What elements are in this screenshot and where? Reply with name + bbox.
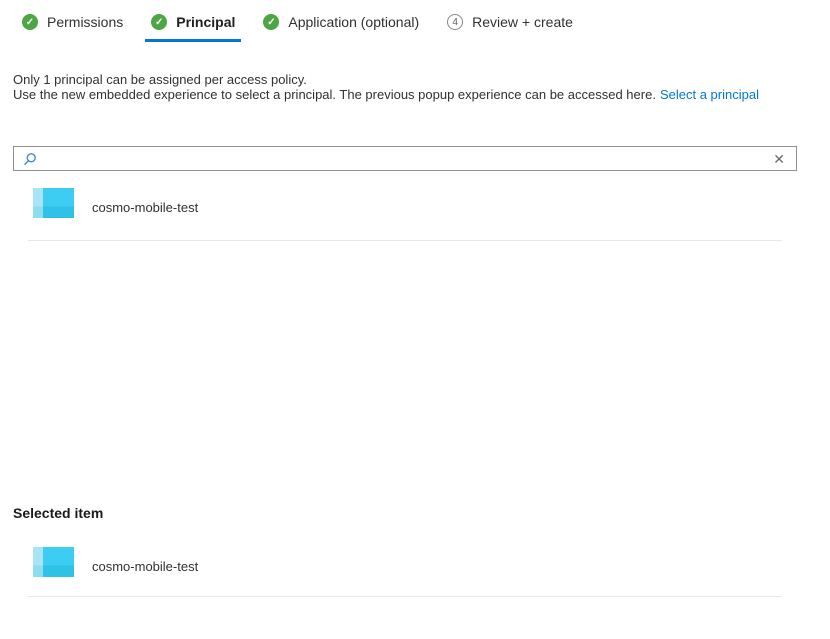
tab-permissions[interactable]: ✓ Permissions <box>16 11 129 42</box>
tab-review-create[interactable]: 4 Review + create <box>441 11 579 42</box>
wizard-tab-strip: ✓ Permissions ✓ Principal ✓ Application … <box>16 11 579 42</box>
result-name: cosmo-mobile-test <box>92 200 198 215</box>
search-icon <box>23 152 37 166</box>
check-icon: ✓ <box>263 14 279 30</box>
enterprise-application-icon <box>33 188 74 227</box>
check-icon: ✓ <box>22 14 38 30</box>
info-line-1: Only 1 principal can be assigned per acc… <box>13 72 810 87</box>
results-divider <box>28 240 782 241</box>
tab-principal[interactable]: ✓ Principal <box>145 11 241 42</box>
selected-divider <box>28 596 782 597</box>
step-number-icon: 4 <box>447 14 463 30</box>
info-line-2-text: Use the new embedded experience to selec… <box>13 87 656 102</box>
tab-label: Principal <box>176 14 235 30</box>
tab-application-optional[interactable]: ✓ Application (optional) <box>257 11 425 42</box>
search-input[interactable] <box>44 151 764 166</box>
selected-name: cosmo-mobile-test <box>92 559 198 574</box>
select-a-principal-link[interactable]: Select a principal <box>660 87 759 102</box>
tab-label: Review + create <box>472 14 573 30</box>
principal-info-text: Only 1 principal can be assigned per acc… <box>13 72 810 102</box>
principal-search-box: ✕ <box>13 146 797 171</box>
tab-label: Permissions <box>47 14 123 30</box>
check-icon: ✓ <box>151 14 167 30</box>
tab-label: Application (optional) <box>288 14 419 30</box>
result-row-cosmo-mobile-test[interactable]: cosmo-mobile-test <box>33 188 198 227</box>
selected-row-cosmo-mobile-test: cosmo-mobile-test <box>33 547 198 586</box>
selected-item-heading: Selected item <box>13 505 103 521</box>
info-line-2: Use the new embedded experience to selec… <box>13 87 810 102</box>
clear-search-icon[interactable]: ✕ <box>771 152 787 166</box>
enterprise-application-icon <box>33 547 74 586</box>
